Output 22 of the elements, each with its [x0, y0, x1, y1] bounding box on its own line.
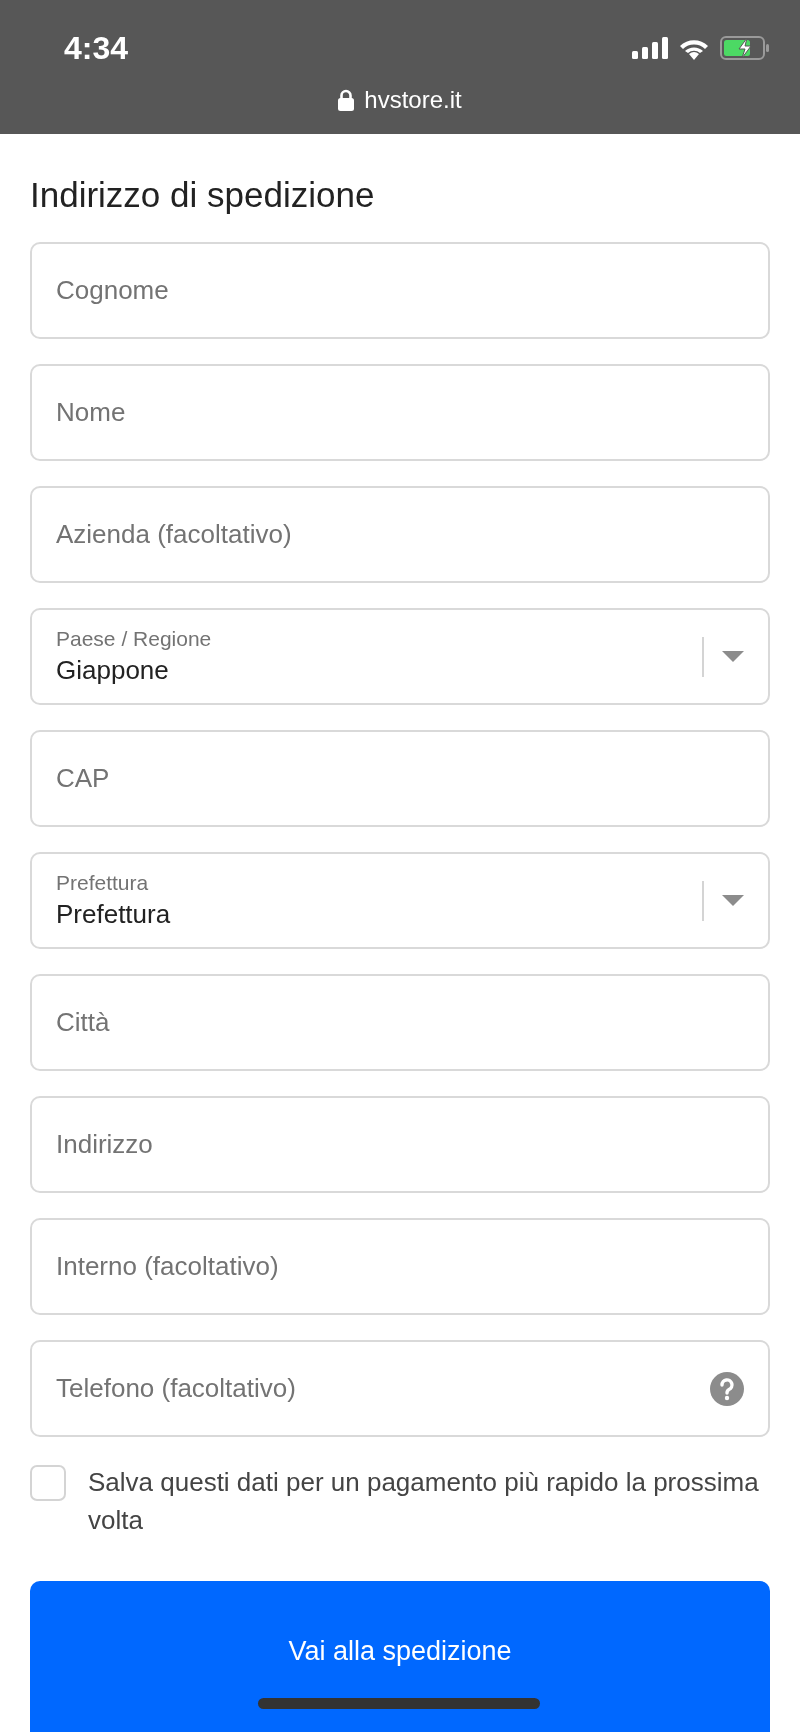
continue-button[interactable]: Vai alla spedizione: [30, 1581, 770, 1732]
input-field[interactable]: Indirizzo: [30, 1096, 770, 1193]
caret-icon: [722, 895, 744, 906]
select-field[interactable]: Paese / Regione Giappone: [30, 608, 770, 705]
input-field[interactable]: Azienda (facoltativo): [30, 486, 770, 583]
battery-icon: [720, 36, 770, 60]
input-field[interactable]: Città: [30, 974, 770, 1071]
checkbox-label: Salva questi dati per un pagamento più rapido la prossima volta: [88, 1466, 760, 1537]
input-field[interactable]: CAP: [30, 730, 770, 827]
caret-icon: [722, 651, 744, 662]
input-field[interactable]: Telefono (facoltativo): [30, 1340, 770, 1437]
input-field[interactable]: Nome: [30, 364, 770, 461]
signal-icon: [632, 37, 668, 59]
select-field[interactable]: Prefettura Prefettura: [30, 852, 770, 949]
lock-icon: [338, 89, 355, 111]
section-title: Indirizzo di spedizione: [30, 174, 376, 216]
url-text[interactable]: hvstore.it: [364, 86, 462, 114]
input-field[interactable]: Cognome: [30, 242, 770, 339]
checkbox[interactable]: [30, 1465, 66, 1501]
help-icon[interactable]: [710, 1371, 744, 1406]
status-time: 4:34: [64, 30, 129, 67]
input-field[interactable]: Interno (facoltativo): [30, 1218, 770, 1315]
